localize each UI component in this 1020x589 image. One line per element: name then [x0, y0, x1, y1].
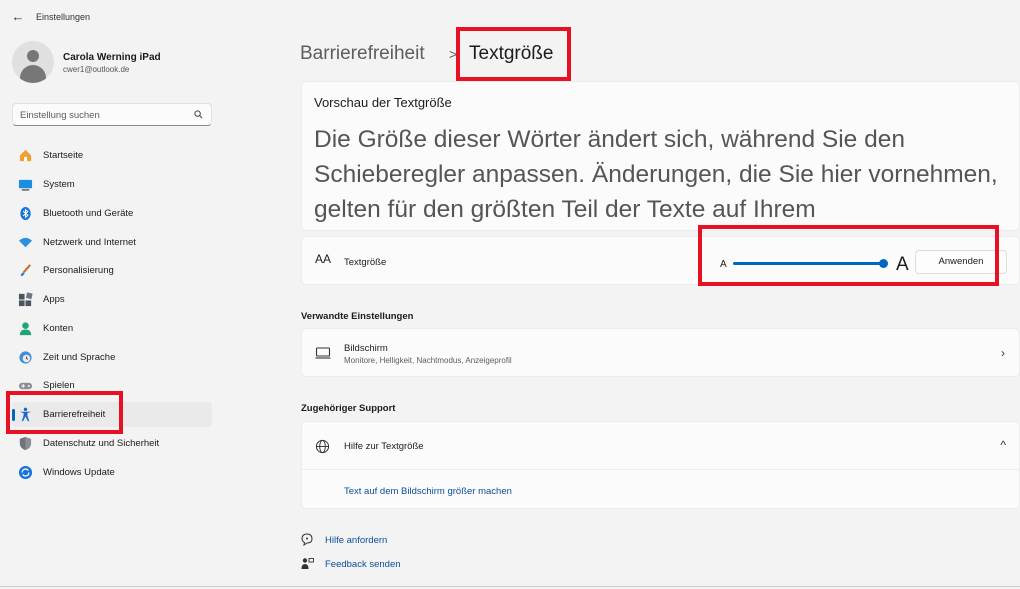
sidebar-item-label: System [43, 179, 75, 190]
bluetooth-icon [20, 206, 31, 221]
preview-text: Die Größe dieser Wörter ändert sich, wäh… [314, 126, 998, 223]
display-title: Bildschirm [344, 343, 388, 354]
search-icon[interactable] [194, 110, 203, 119]
profile-name: Carola Werning iPad [63, 52, 161, 63]
sidebar-item-personalisierung[interactable]: Personalisierung [12, 258, 212, 283]
help-title[interactable]: Hilfe zur Textgröße [344, 441, 424, 452]
window-bottom-border [0, 586, 1020, 587]
help-link[interactable]: Text auf dem Bildschirm größer machen [344, 486, 512, 497]
sidebar-item-apps[interactable]: Apps [12, 287, 212, 312]
search-placeholder: Einstellung suchen [20, 110, 100, 121]
sidebar-item-bluetooth[interactable]: Bluetooth und Geräte [12, 201, 212, 226]
sidebar-item-label: Datenschutz und Sicherheit [43, 438, 160, 449]
chevron-up-icon[interactable]: ^ [1000, 438, 1006, 452]
sidebar-item-zeit-und-sprache[interactable]: Zeit und Sprache [12, 345, 212, 370]
feedback-icon [301, 558, 314, 569]
related-settings-heading: Verwandte Einstellungen [301, 311, 414, 322]
feedback-link[interactable]: Feedback senden [325, 559, 401, 570]
wifi-icon [18, 237, 33, 248]
annotation-highlight-nav [6, 391, 123, 434]
sidebar-item-konten[interactable]: Konten [12, 316, 212, 341]
get-help-link[interactable]: Hilfe anfordern [325, 535, 387, 546]
text-size-label: Textgröße [344, 257, 387, 268]
sidebar-item-label: Startseite [43, 150, 84, 161]
support-heading: Zugehöriger Support [301, 403, 396, 414]
sidebar-item-label: Apps [43, 294, 65, 305]
clock-globe-icon [19, 351, 32, 364]
back-arrow-icon[interactable]: ← [10, 9, 26, 25]
sidebar-item-system[interactable]: System [12, 172, 212, 197]
window-title: Einstellungen [36, 12, 91, 22]
sidebar-item-netzwerk[interactable]: Netzwerk und Internet [12, 230, 212, 255]
globe-icon [315, 439, 330, 454]
help-expander: Hilfe zur Textgröße ^ Text auf dem Bilds… [301, 421, 1020, 509]
apps-icon [18, 292, 33, 307]
sidebar-item-label: Konten [43, 323, 74, 334]
account-icon [19, 322, 32, 336]
shield-icon [19, 436, 32, 451]
system-icon [18, 179, 33, 191]
sidebar-item-windows-update[interactable]: Windows Update [12, 460, 212, 485]
avatar-head [27, 50, 39, 62]
breadcrumb-parent[interactable]: Barrierefreiheit [300, 43, 425, 65]
display-subtitle: Monitore, Helligkeit, Nachtmodus, Anzeig… [344, 356, 512, 365]
sidebar-item-label: Zeit und Sprache [43, 352, 116, 363]
monitor-icon [315, 347, 331, 359]
sidebar-item-label: Windows Update [43, 467, 115, 478]
sidebar-item-label: Spielen [43, 380, 75, 391]
search-input[interactable]: Einstellung suchen [12, 103, 212, 126]
display-settings-row[interactable]: Bildschirm Monitore, Helligkeit, Nachtmo… [301, 328, 1020, 377]
get-help-icon [301, 533, 313, 546]
divider [302, 469, 1019, 470]
avatar-body [20, 65, 46, 83]
avatar[interactable] [12, 41, 54, 83]
sidebar-item-label: Personalisierung [43, 265, 114, 276]
profile-email: cwer1@outlook.de [63, 65, 130, 74]
text-size-icon: AA [315, 252, 332, 266]
home-icon [19, 149, 32, 162]
update-icon [18, 465, 33, 480]
annotation-highlight-breadcrumb [456, 27, 571, 81]
brush-icon [20, 264, 31, 277]
sidebar-item-label: Bluetooth und Geräte [43, 208, 134, 219]
sidebar-item-startseite[interactable]: Startseite [12, 143, 212, 168]
sidebar-item-label: Netzwerk und Internet [43, 237, 136, 248]
preview-title: Vorschau der Textgröße [314, 95, 452, 110]
sidebar-item-datenschutz[interactable]: Datenschutz und Sicherheit [12, 431, 212, 456]
annotation-highlight-slider [698, 225, 999, 286]
text-size-preview-card: Vorschau der Textgröße Die Größe dieser … [301, 81, 1020, 231]
chevron-right-icon: › [1001, 346, 1005, 360]
